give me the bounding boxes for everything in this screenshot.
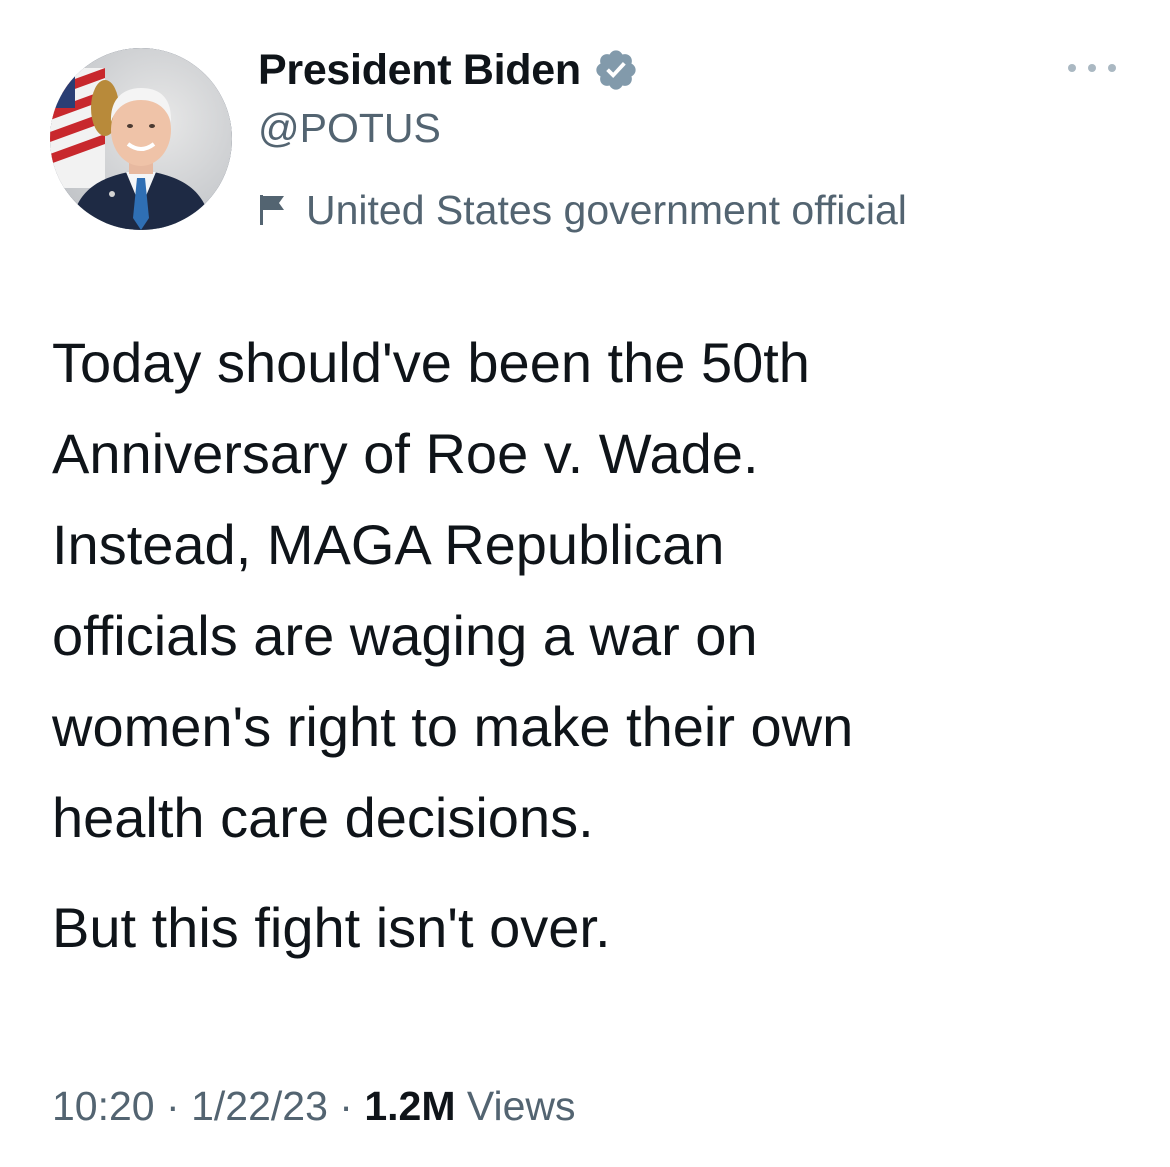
- profile-photo: [50, 48, 232, 230]
- more-options-icon[interactable]: [1068, 58, 1116, 78]
- flag-icon: [258, 193, 288, 227]
- more-dot: [1108, 64, 1116, 72]
- views-count: 1.2M: [364, 1083, 456, 1129]
- tweet-meta: 10:20 · 1/22/23 · 1.2M Views: [52, 1083, 576, 1130]
- author-name-row: President Biden: [258, 40, 639, 100]
- avatar[interactable]: [50, 48, 232, 230]
- tweet-line: Anniversary of Roe v. Wade.: [52, 422, 759, 485]
- government-label[interactable]: United States government official: [258, 180, 907, 240]
- tweet-line: Instead, MAGA Republican: [52, 513, 725, 576]
- government-label-text: United States government official: [306, 186, 907, 233]
- tweet-time[interactable]: 10:20: [52, 1083, 155, 1129]
- meta-separator: ·: [166, 1083, 180, 1129]
- tweet-paragraph-1: Today should've been the 50th Anniversar…: [52, 317, 1132, 863]
- more-dot: [1088, 64, 1096, 72]
- author-handle[interactable]: @POTUS: [258, 105, 441, 152]
- tweet-line: But this fight isn't over.: [52, 896, 611, 959]
- verified-badge-icon: [593, 47, 639, 93]
- views-label: Views: [466, 1083, 576, 1129]
- more-dot: [1068, 64, 1076, 72]
- tweet-line: Today should've been the 50th: [52, 331, 810, 394]
- tweet-text: Today should've been the 50th Anniversar…: [52, 317, 1132, 973]
- tweet-date[interactable]: 1/22/23: [191, 1083, 328, 1129]
- tweet-line: women's right to make their own: [52, 695, 854, 758]
- tweet-line: officials are waging a war on: [52, 604, 758, 667]
- tweet-line: health care decisions.: [52, 786, 594, 849]
- display-name[interactable]: President Biden: [258, 46, 581, 95]
- tweet-paragraph-2: But this fight isn't over.: [52, 882, 1132, 973]
- meta-separator: ·: [339, 1083, 353, 1129]
